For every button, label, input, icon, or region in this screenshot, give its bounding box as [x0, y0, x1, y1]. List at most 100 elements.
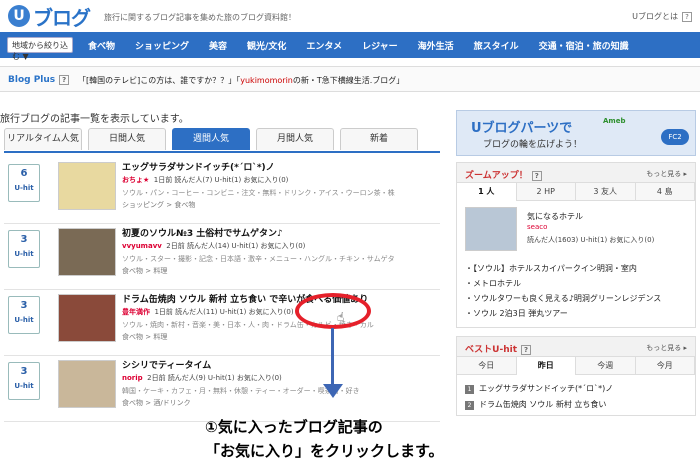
zoom-item-author[interactable]: seaco	[527, 223, 547, 231]
article-thumbnail[interactable]	[58, 162, 116, 210]
nav-item-shopping[interactable]: ショッピング	[135, 39, 189, 52]
region-select[interactable]: 地域から絞り込む ▼	[7, 37, 73, 61]
article-category[interactable]: ショッピング > 食べ物	[122, 200, 195, 210]
nav-item-overseas[interactable]: 海外生活	[418, 39, 454, 52]
blog-plus-headline[interactable]: 「[韓国のテレビ]この方は、誰ですか？？」「yukimomorinの新・T急下横…	[78, 75, 404, 86]
zoom-item-title[interactable]: 気になるホテル	[527, 211, 583, 222]
logo[interactable]: U ブログ	[8, 4, 91, 30]
main-nav: 地域から絞り込む ▼ 食べ物 ショッピング 美容 観光/文化 エンタメ レジャー…	[0, 32, 700, 61]
article-title[interactable]: 初夏のソウル№3 土俗村でサムゲタン♪	[122, 226, 283, 239]
article-thumbnail[interactable]	[58, 228, 116, 276]
article-thumbnail[interactable]	[58, 294, 116, 342]
tab-friend[interactable]: 3 友人	[576, 183, 636, 201]
blog-plus-link[interactable]: yukimomorin	[240, 76, 293, 85]
uhit-label: U-hit	[14, 316, 34, 324]
nav-item-travel-style[interactable]: 旅スタイル	[474, 39, 519, 52]
tab-hp[interactable]: 2 HP	[516, 183, 576, 201]
tab-this-week[interactable]: 今週	[576, 357, 636, 375]
uhit-label: U-hit	[14, 184, 34, 192]
tab-today[interactable]: 今日	[457, 357, 517, 375]
best-item-title[interactable]: ドラム缶焼肉 ソウル 新村 立ち食い	[479, 400, 606, 409]
article-meta: norip 2日前 読んだ人(9) U-hit(1) お気に入り(0)	[122, 373, 282, 383]
blog-plus-text-2[interactable]: の新・T急下横線生活.ブログ」	[293, 76, 404, 85]
article-stats: 1日前 読んだ人(11) U-hit(1) お気に入り(0)	[154, 308, 294, 316]
tab-daily[interactable]: 日間人気	[88, 128, 166, 150]
zoom-tabs: 1 人 2 HP 3 友人 4 島	[457, 183, 695, 201]
uhit-counter[interactable]: 3 U-hit	[8, 362, 40, 400]
uhit-count: 3	[20, 234, 28, 245]
article-category[interactable]: 食べ物 > 料理	[122, 332, 167, 342]
tab-weekly[interactable]: 週間人気	[172, 128, 250, 150]
nav-item-entertainment[interactable]: エンタメ	[306, 39, 342, 52]
instruction-line-2: 「お気に入り」をクリックします。	[205, 442, 444, 460]
article-meta: おちょ★ 1日前 読んだ人(7) U-hit(1) お気に入り(0)	[122, 175, 288, 185]
blog-plus-text[interactable]: 「[韓国のテレビ]この方は、誰ですか？？」「	[78, 76, 240, 85]
tab-realtime[interactable]: リアルタイム人気	[4, 128, 82, 150]
favorite-highlight-oval	[295, 293, 371, 329]
list-item: 3 U-hit ドラム缶焼肉 ソウル 新村 立ち食い で辛いが食べる価値あり 豊年…	[4, 290, 440, 356]
tab-this-month[interactable]: 今月	[635, 357, 695, 375]
zoom-more-link[interactable]: もっと見る ▸	[646, 169, 687, 179]
rank-badge: 2	[465, 401, 474, 410]
list-item[interactable]: 1 エッグサラダサンドイッチ(*´ロ`*)ノ	[465, 381, 613, 397]
best-item-title[interactable]: エッグサラダサンドイッチ(*´ロ`*)ノ	[479, 384, 613, 393]
article-stats: 2日前 読んだ人(14) U-hit(1) お気に入り(0)	[166, 242, 306, 250]
blog-parts-banner[interactable]: Uブログパーツで ブログの輪を広げよう！ Ameb FC2	[456, 110, 696, 156]
blog-plus-label: Blog Plus?	[8, 75, 70, 85]
list-item[interactable]: ・ソウル 2泊3日 弾丸ツアー	[465, 306, 661, 321]
best-uhit-title-text: ベストU-hit	[465, 345, 518, 355]
best-more-link[interactable]: もっと見る ▸	[646, 343, 687, 353]
help-icon[interactable]: ?	[682, 12, 692, 22]
logo-mark: U	[8, 5, 30, 27]
tab-new[interactable]: 新着	[340, 128, 418, 150]
list-item[interactable]: ・メトロホテル	[465, 276, 661, 291]
logo-text: ブログ	[33, 5, 91, 30]
tab-monthly[interactable]: 月間人気	[256, 128, 334, 150]
uhit-counter[interactable]: 3 U-hit	[8, 230, 40, 268]
uhit-counter[interactable]: 6 U-hit	[8, 164, 40, 202]
list-item[interactable]: ・【ソウル】ホテルスカイパークイン明洞・室内	[465, 261, 661, 276]
list-item[interactable]: ・ソウルタワーも良く見える♪明洞グリーンレジデンス	[465, 291, 661, 306]
article-thumbnail[interactable]	[58, 360, 116, 408]
nav-item-sightseeing[interactable]: 観光/文化	[247, 39, 286, 52]
best-uhit-header: ベストU-hit? もっと見る ▸	[457, 337, 695, 357]
article-category[interactable]: 食べ物 > 料理	[122, 266, 167, 276]
article-stats: 2日前 読んだ人(9) U-hit(1) お気に入り(0)	[147, 374, 282, 382]
author-link[interactable]: vvyumavv	[122, 242, 162, 250]
uhit-count: 3	[20, 366, 28, 377]
article-title[interactable]: エッグサラダサンドイッチ(*´ロ`*)ノ	[122, 160, 275, 173]
list-item: 3 U-hit 初夏のソウル№3 土俗村でサムゲタン♪ vvyumavv 2日前 …	[4, 224, 440, 290]
article-title[interactable]: シシリでティータイム	[122, 358, 211, 371]
uhit-label: U-hit	[14, 250, 34, 258]
list-item[interactable]: 2 ドラム缶焼肉 ソウル 新村 立ち食い	[465, 397, 613, 413]
instruction-line-1: ①気に入ったブログ記事の	[205, 418, 383, 436]
help-icon[interactable]: ?	[521, 345, 532, 355]
author-link[interactable]: おちょ★	[122, 176, 149, 184]
nav-item-transport[interactable]: 交通・宿泊・旅の知識	[539, 39, 629, 52]
article-tags[interactable]: ソウル・パン・コーヒー・コンビニ・注文・無料・ドリンク・アイス・ウーロン茶・株	[122, 188, 395, 198]
tab-yesterday[interactable]: 昨日	[516, 357, 576, 375]
tab-island[interactable]: 4 島	[635, 183, 695, 201]
header: U ブログ 旅行に関するブログ記事を集めた旅のブログ資料館！ Uブログとは?	[0, 0, 700, 32]
author-link[interactable]: norip	[122, 374, 143, 382]
uhit-count: 6	[20, 168, 28, 179]
rank-badge: 1	[465, 385, 474, 394]
nav-item-beauty[interactable]: 美容	[209, 39, 227, 52]
list-item: 6 U-hit エッグサラダサンドイッチ(*´ロ`*)ノ おちょ★ 1日前 読んだ…	[4, 158, 440, 224]
nav-item-leisure[interactable]: レジャー	[362, 39, 398, 52]
article-category[interactable]: 食べ物 > 酒/ドリンク	[122, 398, 191, 408]
help-icon[interactable]: ?	[531, 171, 542, 181]
about-link-label[interactable]: Uブログとは	[632, 12, 678, 21]
author-link[interactable]: 豊年満作	[122, 308, 150, 316]
zoom-thumbnail[interactable]	[465, 207, 517, 251]
uhit-counter[interactable]: 3 U-hit	[8, 296, 40, 334]
article-tags[interactable]: ソウル・スター・撮影・記念・日本語・激辛・メニュー・ハングル・チキン・サムゲタ	[122, 254, 395, 264]
site-tagline: 旅行に関するブログ記事を集めた旅のブログ資料館！	[104, 13, 296, 22]
about-link[interactable]: Uブログとは?	[632, 11, 692, 22]
nav-item-food[interactable]: 食べ物	[88, 39, 115, 52]
tab-person[interactable]: 1 人	[457, 183, 517, 201]
uhit-count: 3	[20, 300, 28, 311]
help-icon[interactable]: ?	[59, 75, 70, 85]
article-meta: vvyumavv 2日前 読んだ人(14) U-hit(1) お気に入り(0)	[122, 241, 305, 251]
arrow-icon	[331, 328, 334, 386]
